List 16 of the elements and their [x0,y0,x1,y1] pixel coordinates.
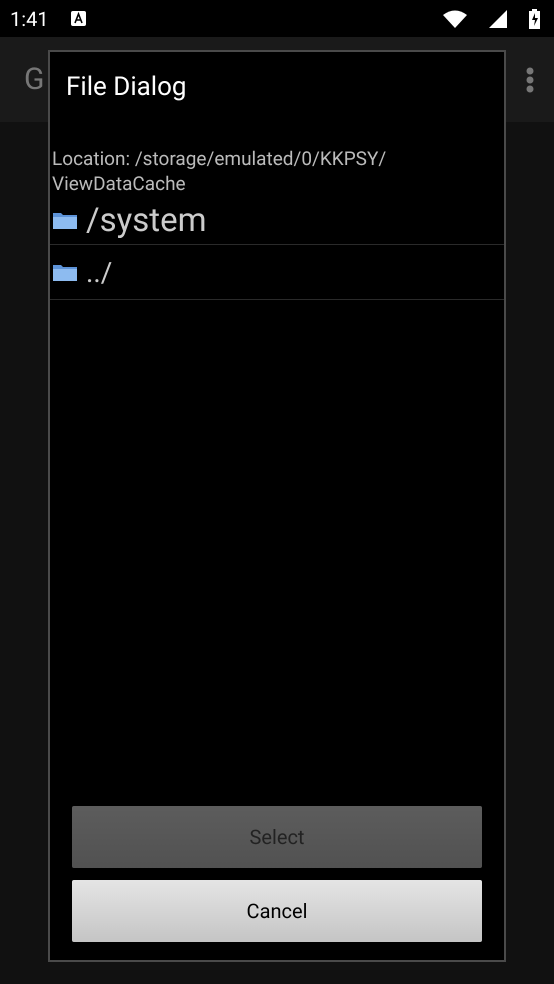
folder-icon [52,262,78,282]
notification-icon [70,11,86,26]
battery-icon [529,8,540,28]
status-time: 1:41 [10,6,49,30]
dialog-button[interactable]: Cancel [72,880,482,942]
folder-name: ../ [86,256,112,288]
dialog-title: File Dialog [66,72,187,102]
wifi-icon [443,10,467,28]
location-path: Location: /storage/emulated/0/KKPSY/ ViewDataCache [51,146,388,196]
more-options-icon[interactable] [526,66,534,92]
app-title: G [24,62,44,97]
folder-name: /system [86,200,207,240]
folder-row[interactable]: ../ [50,245,504,300]
folder-row[interactable]: /system [50,196,504,245]
signal-icon [489,10,507,28]
folder-icon [52,210,78,230]
